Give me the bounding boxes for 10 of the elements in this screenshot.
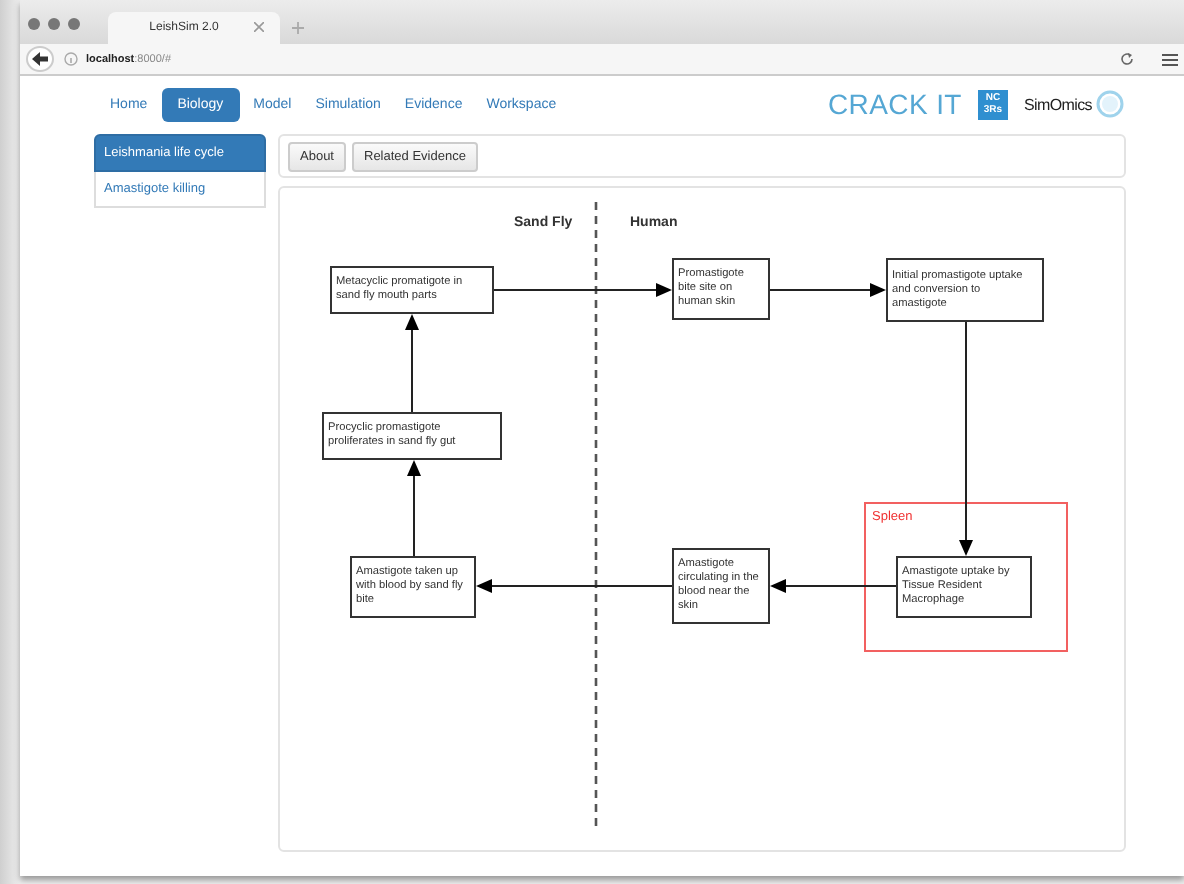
crack-it-logo: CRACK IT xyxy=(828,88,962,120)
arrow xyxy=(405,314,419,413)
arrow xyxy=(770,579,897,593)
reload-icon[interactable] xyxy=(1120,52,1134,66)
arrow xyxy=(769,283,886,297)
menu-icon[interactable] xyxy=(1162,53,1178,65)
close-icon[interactable] xyxy=(254,22,264,32)
arrow xyxy=(407,460,421,557)
simomics-logo: SimOmics xyxy=(1023,88,1126,120)
back-icon[interactable] xyxy=(26,46,54,72)
